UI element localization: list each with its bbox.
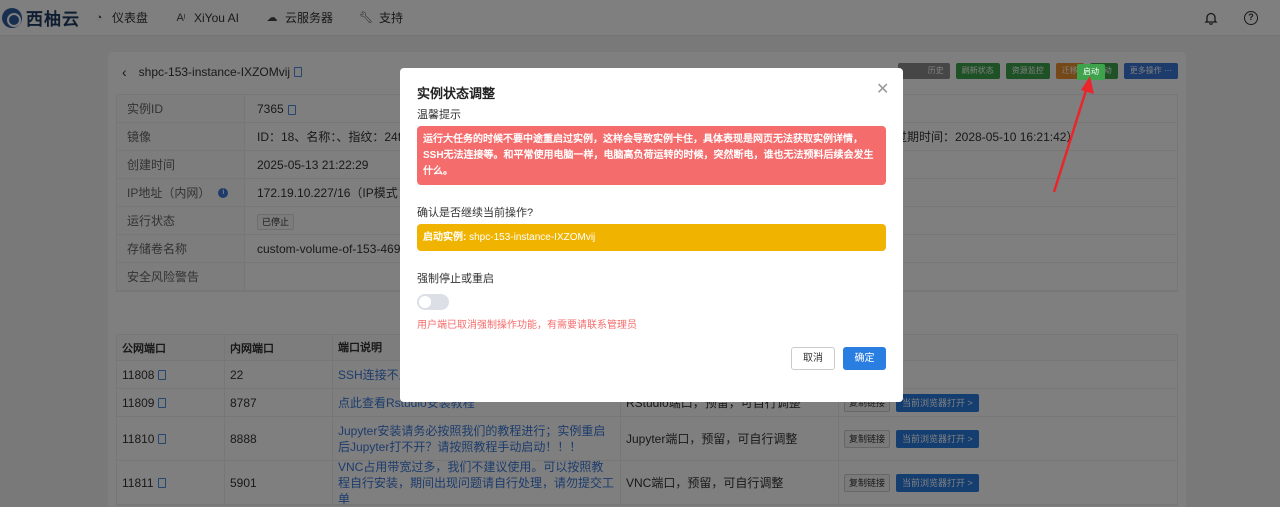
force-toggle[interactable] [417, 294, 449, 310]
action-summary: 启动实例: shpc-153-instance-IXZOMvij [417, 224, 886, 251]
warning-alert: 运行大任务的时候不要中途重启过实例，这样会导致实例卡住，具体表现是网页无法获取实… [417, 126, 886, 185]
modal-title: 实例状态调整 [417, 86, 496, 101]
force-label: 强制停止或重启 [417, 273, 494, 285]
close-icon[interactable]: ✕ [876, 79, 889, 99]
confirm-label: 确认是否继续当前操作? [417, 207, 534, 219]
tip-label: 温馨提示 [417, 109, 461, 121]
instance-state-modal: 实例状态调整 ✕ 温馨提示 运行大任务的时候不要中途重启过实例，这样会导致实例卡… [400, 68, 903, 402]
confirm-button[interactable]: 确定 [843, 347, 886, 370]
annotation-arrow [1052, 76, 1094, 193]
cancel-button[interactable]: 取消 [791, 347, 835, 370]
force-note: 用户端已取消强制操作功能，有需要请联系管理员 [417, 320, 637, 331]
